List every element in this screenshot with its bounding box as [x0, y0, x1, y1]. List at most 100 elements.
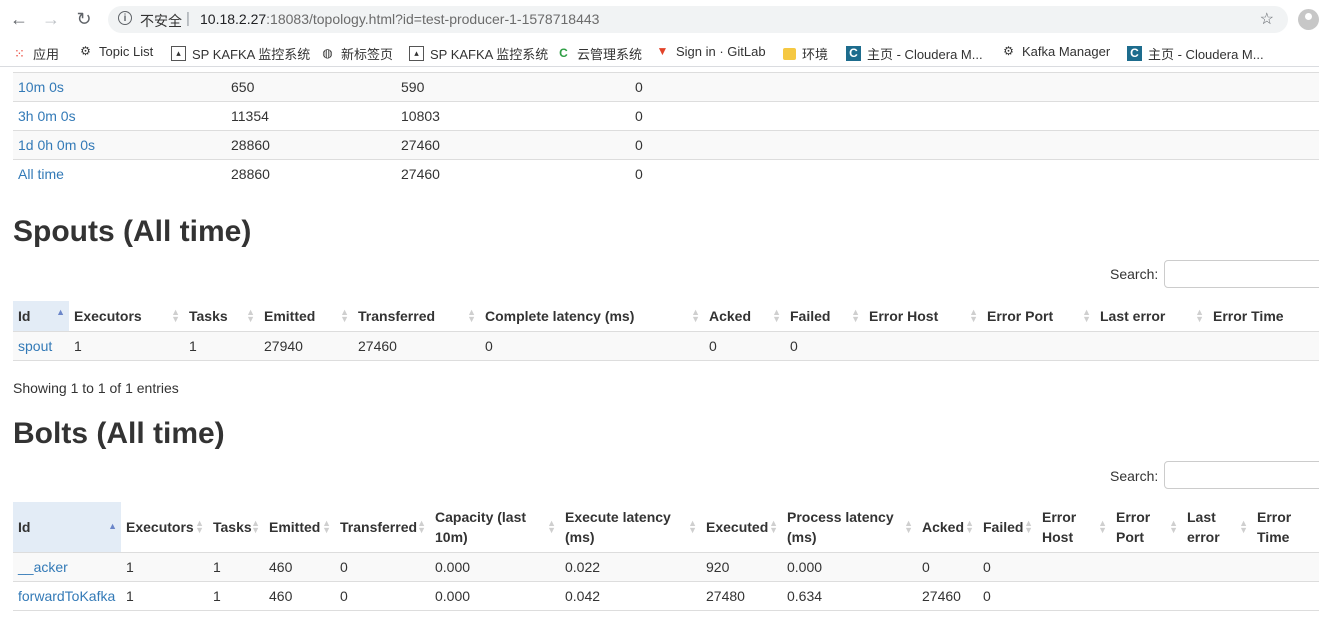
bookmark-apps[interactable]: ⁙ 应用	[12, 44, 59, 63]
bookmark-new-tab[interactable]: ◍ 新标签页	[320, 44, 393, 63]
cloudera-icon: C	[846, 46, 861, 61]
bookmark-sp-kafka-2[interactable]: ▴ SP KAFKA 监控系统	[409, 44, 548, 63]
table-cell	[1095, 331, 1208, 360]
sort-icon: ▲ ▼	[1239, 517, 1248, 535]
col-header-execute-latency[interactable]: Execute latency (ms) ▲ ▼	[560, 502, 701, 553]
sort-icon: ▲ ▼	[1024, 517, 1033, 535]
table-cell: 0.022	[565, 558, 601, 575]
page-icon: ▴	[409, 46, 424, 61]
table-cell: 0	[630, 159, 1319, 189]
kafka-icon: ⚙	[1003, 44, 1014, 58]
col-header-transferred[interactable]: Transferred ▲ ▼	[353, 301, 480, 332]
profile-avatar[interactable]	[1298, 9, 1319, 30]
sort-icon: ▲ ▼	[322, 517, 331, 535]
reload-icon[interactable]: ↻	[73, 8, 95, 30]
forward-arrow-icon[interactable]: →	[40, 8, 62, 30]
window-link[interactable]: 1d 0h 0m 0s	[13, 130, 226, 160]
bookmark-folder-env[interactable]: 环境	[783, 44, 828, 63]
info-icon[interactable]: i	[118, 11, 132, 25]
col-header-capacity[interactable]: Capacity (last 10m) ▲ ▼	[430, 502, 560, 553]
table-cell	[1208, 331, 1319, 360]
window-link[interactable]: 3h 0m 0s	[13, 101, 226, 131]
bookmarks-bar: ⁙ 应用 ⚙ Topic List ▴ SP KAFKA 监控系统 ◍ 新标签页 ▴ SP…	[0, 38, 1319, 67]
col-header-error-port[interactable]: Error Port ▲ ▼	[1111, 502, 1182, 553]
window-link[interactable]: 10m 0s	[13, 72, 226, 102]
table-cell: 1	[213, 558, 221, 575]
col-header-tasks[interactable]: Tasks ▲ ▼	[184, 301, 259, 332]
col-header-complete-latency[interactable]: Complete latency (ms) ▲ ▼	[480, 301, 704, 332]
spouts-heading: Spouts (All time)	[13, 215, 252, 248]
bookmark-kafka-manager[interactable]: ⚙ Kafka Manager	[1001, 44, 1110, 59]
sort-icon: ▲ ▼	[965, 517, 974, 535]
sort-icon: ▲ ▼	[1082, 307, 1091, 324]
col-header-executed[interactable]: Executed ▲ ▼	[701, 502, 782, 553]
bookmark-cloudera-2[interactable]: C 主页 - Cloudera M...	[1127, 44, 1264, 63]
col-header-failed[interactable]: Failed ▲ ▼	[978, 502, 1037, 553]
bolt-link[interactable]: __acker	[13, 552, 121, 581]
spouts-search-input[interactable]	[1164, 260, 1319, 288]
table-cell: 0.000	[435, 558, 471, 575]
table-row: 1d 0h 0m 0s 28860 27460 0	[13, 130, 1319, 160]
sort-icon: ▲ ▼	[769, 517, 778, 535]
col-header-error-host[interactable]: Error Host ▲ ▼	[864, 301, 982, 332]
table-cell: 1	[126, 558, 134, 575]
col-header-emitted[interactable]: Emitted ▲ ▼	[264, 502, 335, 553]
back-arrow-icon[interactable]: ←	[8, 8, 30, 30]
bookmark-cloudera-1[interactable]: C 主页 - Cloudera M...	[846, 44, 983, 63]
table-row: forwardToKafka 1 1 460 0 0.000 0.042 274…	[13, 581, 1319, 610]
col-header-failed[interactable]: Failed ▲ ▼	[785, 301, 864, 332]
separator: |	[186, 10, 190, 27]
col-header-error-host[interactable]: Error Host ▲ ▼	[1037, 502, 1111, 553]
table-cell: 0.000	[787, 558, 823, 575]
sort-icon: ▲ ▼	[688, 517, 697, 535]
bookmark-topic-list[interactable]: ⚙ Topic List	[78, 44, 153, 59]
col-header-error-port[interactable]: Error Port ▲ ▼	[982, 301, 1095, 332]
table-row: 10m 0s 650 590 0	[13, 72, 1319, 102]
table-cell: 10803	[396, 101, 630, 131]
gitlab-icon: ▼	[656, 44, 669, 58]
col-header-acked[interactable]: Acked ▲ ▼	[704, 301, 785, 332]
url-text[interactable]: 10.18.2.27:18083/topology.html?id=test-p…	[200, 11, 599, 27]
sort-asc-icon: ▲	[56, 307, 65, 317]
table-cell: 0.042	[565, 587, 601, 604]
cloudera-icon: C	[1127, 46, 1142, 61]
bolts-table: Id ▲ Executors ▲ ▼ Tasks ▲ ▼ Emitted ▲ ▼ Transf…	[13, 502, 1319, 611]
table-cell	[1111, 581, 1182, 610]
table-row: spout 1 1 27940 27460 0 0 0	[13, 331, 1319, 360]
col-header-executors[interactable]: Executors ▲ ▼	[69, 301, 184, 332]
kafka-icon: ⚙	[80, 44, 91, 58]
bookmark-sp-kafka-1[interactable]: ▴ SP KAFKA 监控系统	[171, 44, 310, 63]
cloud-icon: C	[559, 46, 568, 60]
table-cell	[1182, 581, 1252, 610]
bolts-search-input[interactable]	[1164, 461, 1319, 489]
col-header-last-error[interactable]: Last error ▲ ▼	[1095, 301, 1208, 332]
address-bar[interactable]: i 不安全 | 10.18.2.27:18083/topology.html?i…	[108, 6, 1288, 33]
bookmark-gitlab[interactable]: ▼ Sign in · GitLab	[655, 44, 766, 59]
page-icon: ▴	[171, 46, 186, 61]
col-header-emitted[interactable]: Emitted ▲ ▼	[259, 301, 353, 332]
bookmark-cloud-mgmt[interactable]: C 云管理系统	[556, 44, 642, 63]
sort-icon: ▲ ▼	[417, 517, 426, 535]
sort-icon: ▲ ▼	[467, 307, 476, 324]
col-header-tasks[interactable]: Tasks ▲ ▼	[208, 502, 264, 553]
table-cell: 27480	[706, 587, 745, 604]
table-row: All time 28860 27460 0	[13, 159, 1319, 189]
col-header-id[interactable]: Id ▲	[13, 502, 121, 553]
bookmark-star-icon[interactable]: ☆	[1260, 9, 1274, 29]
table-cell: 920	[706, 558, 730, 575]
col-header-acked[interactable]: Acked ▲ ▼	[917, 502, 978, 553]
sort-icon: ▲ ▼	[904, 517, 913, 535]
col-header-error-time[interactable]: Error Time	[1252, 502, 1319, 553]
globe-icon: ◍	[322, 46, 333, 60]
col-header-id[interactable]: Id ▲	[13, 301, 69, 332]
table-cell: 0	[790, 337, 798, 354]
col-header-process-latency[interactable]: Process latency (ms) ▲ ▼	[782, 502, 917, 553]
table-cell: 0	[709, 337, 717, 354]
bolt-link[interactable]: forwardToKafka	[13, 581, 121, 610]
spout-link[interactable]: spout	[13, 331, 69, 360]
col-header-error-time[interactable]: Error Time	[1208, 301, 1319, 332]
col-header-executors[interactable]: Executors ▲ ▼	[121, 502, 208, 553]
col-header-last-error[interactable]: Last error ▲ ▼	[1182, 502, 1252, 553]
col-header-transferred[interactable]: Transferred ▲ ▼	[335, 502, 430, 553]
window-link[interactable]: All time	[13, 159, 226, 189]
